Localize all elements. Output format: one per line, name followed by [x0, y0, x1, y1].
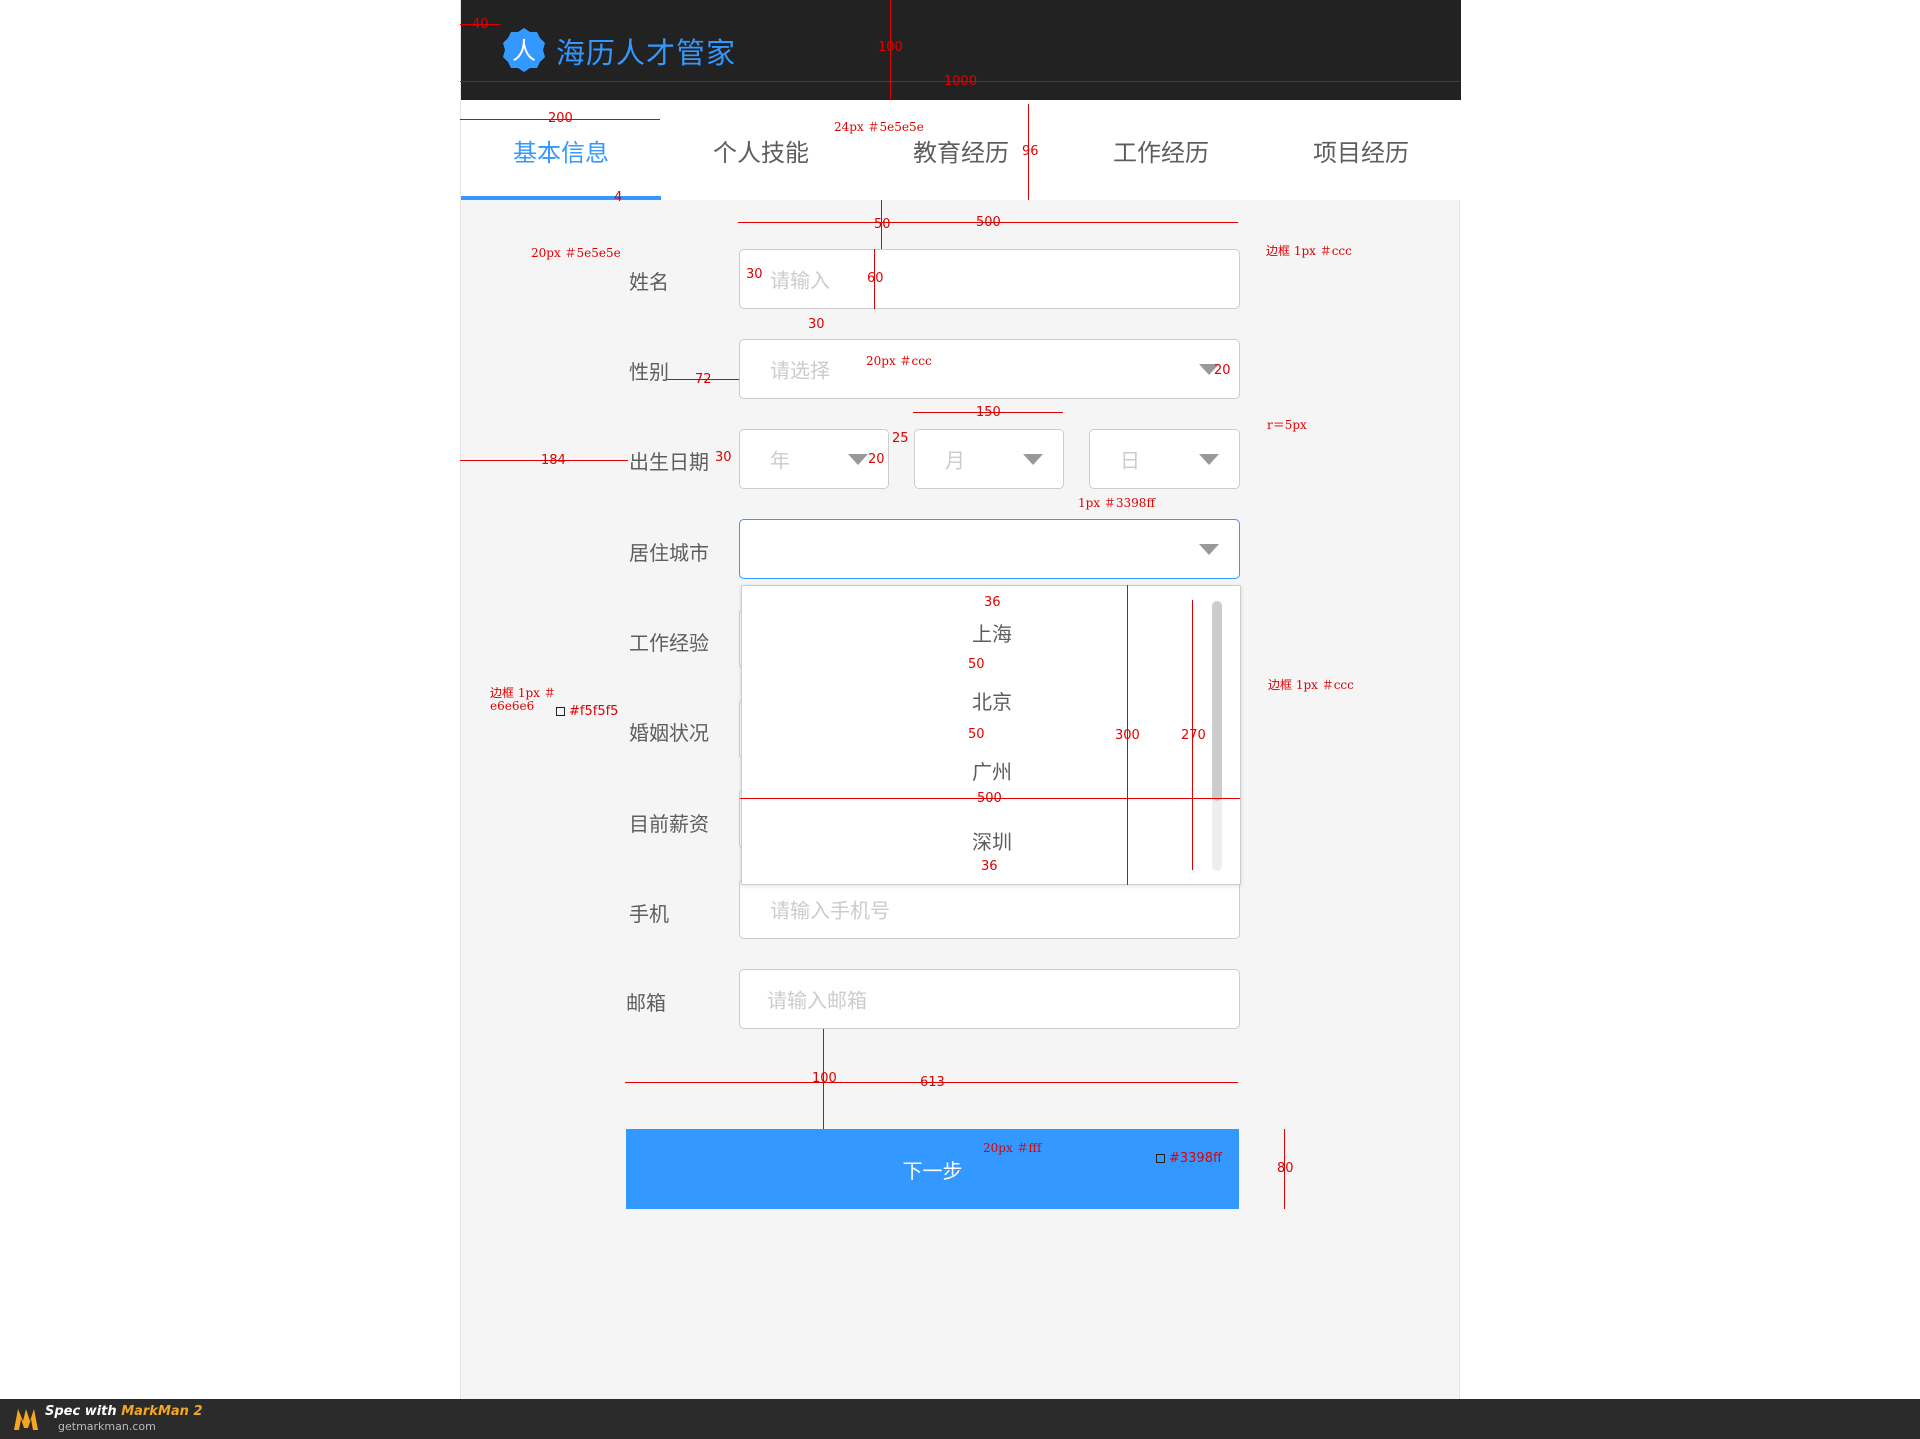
name-label: 姓名 [629, 270, 669, 294]
name-placeholder: 请输入 [770, 268, 830, 293]
spec-button-height: 80 [1277, 1161, 1294, 1176]
email-input[interactable]: 请输入邮箱 [739, 969, 1240, 1029]
chevron-down-icon [848, 454, 868, 465]
spec-button-width: 613 [920, 1075, 945, 1090]
dropdown-scrollbar[interactable] [1212, 601, 1222, 871]
name-input[interactable]: 请输入 [739, 249, 1240, 309]
chevron-down-icon [1199, 544, 1219, 555]
spec-ph-padding: 30 [746, 267, 763, 282]
tab-work-history[interactable]: 工作经历 [1061, 100, 1261, 200]
birth-day-select[interactable]: 日 [1089, 429, 1240, 489]
spec-opt-pad-bottom: 36 [981, 859, 998, 874]
work-exp-label: 工作经验 [629, 631, 709, 655]
spec-tab-font: 24px ＃5e5e5e [834, 120, 924, 134]
spec-date-caret: 20 [868, 452, 885, 467]
marital-label: 婚姻状况 [629, 721, 709, 745]
spec-left-offset: 184 [541, 453, 566, 468]
spec-row-gap: 30 [808, 317, 825, 332]
spec-dropdown-height: 300 [1115, 728, 1140, 743]
spec-dropdown-width: 500 [977, 791, 1002, 806]
app-frame: 人 海历人才管家 基本信息 个人技能 教育经历 工作经历 项目经历 姓名 请输入… [460, 0, 1461, 1400]
spec-dropdown-border: 边框 1px ＃ccc [1268, 678, 1354, 692]
markman-logo-icon [14, 1409, 38, 1430]
spec-button-color: #3398ff [1156, 1151, 1222, 1166]
salary-label: 目前薪资 [629, 812, 709, 836]
city-dropdown: 上海 北京 广州 深圳 [741, 585, 1241, 885]
phone-input[interactable]: 请输入手机号 [739, 879, 1240, 939]
spec-date-ph-padding: 30 [715, 450, 732, 465]
gender-label: 性别 [629, 360, 669, 384]
tab-skills[interactable]: 个人技能 [661, 100, 861, 200]
spec-tab-underline: 4 [614, 190, 623, 205]
scrollbar-thumb[interactable] [1212, 601, 1222, 801]
gender-placeholder: 请选择 [770, 358, 830, 383]
chevron-down-icon [1199, 454, 1219, 465]
tab-projects[interactable]: 项目经历 [1261, 100, 1461, 200]
spec-tab-height: 96 [1022, 144, 1039, 159]
spec-tab-width: 200 [548, 111, 573, 126]
spec-top-gap: 50 [874, 217, 891, 232]
birth-month-select[interactable]: 月 [914, 429, 1064, 489]
app-logo-icon: 人 [503, 28, 545, 72]
spec-label-font: 20px ＃5e5e5e [531, 246, 621, 260]
step-tabs: 基本信息 个人技能 教育经历 工作经历 项目经历 [461, 100, 1461, 200]
spec-bg-color: #f5f5f5 [556, 704, 618, 719]
city-option-shanghai[interactable]: 上海 [742, 618, 1242, 647]
spec-ph-font: 20px ＃ccc [866, 354, 932, 368]
spec-input-width: 500 [976, 215, 1001, 230]
phone-label: 手机 [629, 902, 669, 926]
email-placeholder: 请输入邮箱 [767, 988, 867, 1013]
spec-bg-color-text: #f5f5f5 [569, 704, 619, 719]
markman-footer: Spec with MarkMan 2 getmarkman.com [0, 1399, 1920, 1439]
birth-year-placeholder: 年 [770, 448, 790, 473]
city-option-shenzhen[interactable]: 深圳 [742, 826, 1242, 855]
birth-month-placeholder: 月 [945, 448, 965, 473]
spec-header-height: 100 [878, 40, 903, 55]
spec-input-height: 60 [867, 271, 884, 286]
spec-button-gap: 100 [812, 1071, 837, 1086]
spec-date-gap: 25 [892, 431, 909, 446]
spec-opt-gap1: 50 [968, 657, 985, 672]
chevron-down-icon [1023, 454, 1043, 465]
spec-button-font: 20px ＃fff [983, 1141, 1042, 1155]
markman-tagline: Spec with MarkMan 2 [45, 1404, 203, 1419]
spec-button-color-text: #3398ff [1169, 1151, 1222, 1166]
svg-text:人: 人 [512, 37, 536, 65]
spec-input-border: 边框 1px ＃ccc [1266, 244, 1352, 258]
city-option-beijing[interactable]: 北京 [742, 686, 1242, 715]
gender-select[interactable]: 请选择 [739, 339, 1240, 399]
spec-radius: r＝5px [1267, 418, 1307, 432]
spec-canvas: 人 海历人才管家 基本信息 个人技能 教育经历 工作经历 项目经历 姓名 请输入… [0, 0, 1920, 1439]
city-option-guangzhou[interactable]: 广州 [742, 756, 1242, 785]
spec-caret-right: 20 [1214, 363, 1231, 378]
spec-scroll-height: 270 [1181, 728, 1206, 743]
spec-label-gap: 72 [695, 372, 712, 387]
spec-header-width: 1000 [944, 74, 978, 89]
spec-opt-pad-top: 36 [984, 595, 1001, 610]
spec-logo-offset: 40 [472, 17, 489, 32]
spec-date-width: 150 [976, 405, 1001, 420]
birth-year-select[interactable]: 年 [739, 429, 889, 489]
city-select[interactable] [739, 519, 1240, 579]
birth-day-placeholder: 日 [1120, 448, 1140, 473]
email-label: 邮箱 [626, 991, 666, 1015]
app-title: 海历人才管家 [556, 36, 737, 70]
color-swatch-icon [1156, 1154, 1165, 1163]
markman-url[interactable]: getmarkman.com [58, 1420, 156, 1433]
city-label: 居住城市 [629, 541, 709, 565]
phone-placeholder: 请输入手机号 [770, 898, 890, 923]
birth-label: 出生日期 [629, 450, 709, 474]
spec-frame-border: 边框 1px ＃e6e6e6 [490, 686, 556, 713]
spec-focus-border: 1px ＃3398ff [1078, 496, 1155, 510]
next-step-button[interactable]: 下一步 [626, 1129, 1239, 1209]
spec-opt-gap2: 50 [968, 727, 985, 742]
color-swatch-icon [556, 707, 565, 716]
